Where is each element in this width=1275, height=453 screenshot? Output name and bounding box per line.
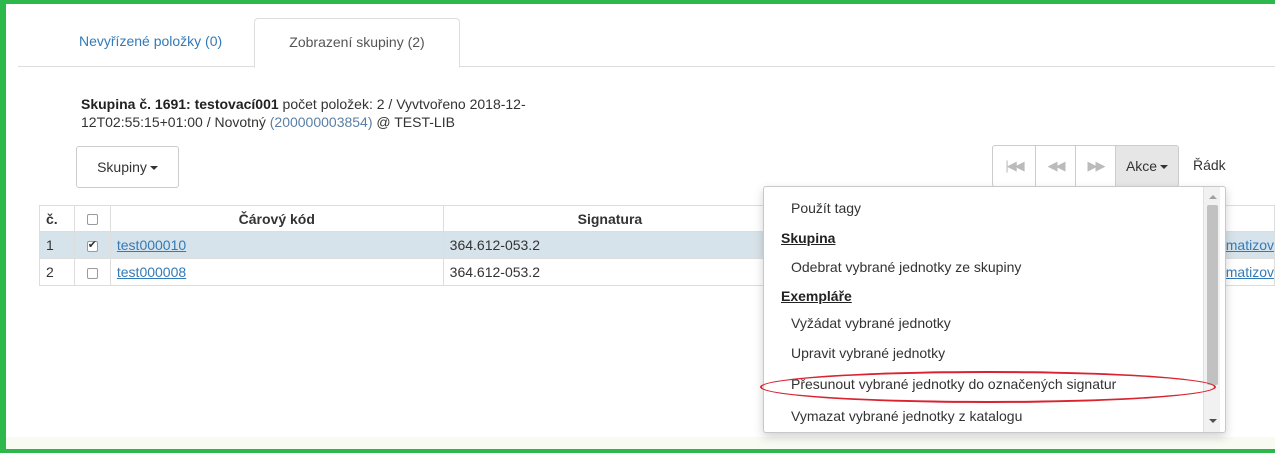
bottom-strip [6, 437, 1275, 449]
barcode-cell: test000008 [109, 258, 444, 286]
group-count-created: počet položek: 2 / Vyvtvořeno 2018-12- [278, 96, 526, 112]
actions-dropdown-button[interactable]: Akce [1115, 145, 1179, 187]
row-select-cell[interactable] [73, 231, 111, 259]
menu-item-remove-from-group[interactable]: Odebrat vybrané jednotky ze skupiny [791, 259, 1021, 275]
signature-cell: 364.612-053.2 [442, 258, 778, 286]
next-page-icon: ▶▶ [1087, 158, 1106, 173]
rows-button-label: Řádk [1193, 157, 1226, 173]
frame-bottom-border [0, 449, 1275, 453]
group-timestamp-owner: 12T02:55:15+01:00 / Novotný [81, 114, 270, 130]
group-title: Skupina č. 1691: testovací001 [81, 96, 279, 112]
tab-bar: Nevyřízené položky (0) Zobrazení skupiny… [18, 18, 1275, 68]
prev-page-button[interactable]: ◀◀ [1035, 145, 1076, 187]
next-page-button[interactable]: ▶▶ [1075, 145, 1116, 187]
menu-header-group: Skupina [781, 230, 836, 246]
col-select-header[interactable] [73, 205, 111, 232]
barcode-link[interactable]: test000008 [117, 264, 186, 280]
row-number: 2 [39, 258, 75, 286]
menu-item-move-items[interactable]: Přesunout vybrané jednotky do označených… [791, 376, 1116, 392]
scroll-up-icon[interactable] [1209, 195, 1217, 199]
barcode-cell: test000010 [109, 231, 444, 259]
menu-item-delete-items[interactable]: Vymazat vybrané jednotky z katalogu [791, 408, 1022, 424]
menu-item-edit-items[interactable]: Upravit vybrané jednotky [791, 345, 945, 361]
scroll-thumb[interactable] [1207, 205, 1218, 385]
menu-header-items: Exempláře [781, 288, 852, 304]
scroll-down-icon[interactable] [1209, 419, 1217, 423]
row-checkbox[interactable] [86, 238, 98, 252]
row-select-cell[interactable] [73, 258, 111, 286]
first-page-icon: |◀◀ [1005, 158, 1024, 173]
actions-button-label: Akce [1125, 158, 1158, 174]
menu-item-apply-tags[interactable]: Použít tagy [791, 200, 861, 216]
col-signature-header[interactable]: Signatura [442, 205, 778, 232]
actions-dropdown-menu: Použít tagy Skupina Odebrat vybrané jedn… [763, 186, 1226, 433]
prev-page-icon: ◀◀ [1047, 158, 1066, 173]
col-number-header: č. [39, 205, 75, 232]
barcode-link[interactable]: test000010 [117, 237, 186, 253]
group-library: @ TEST-LIB [372, 114, 455, 130]
col-barcode-header[interactable]: Čárový kód [109, 205, 444, 232]
caret-down-icon [149, 166, 158, 171]
rows-dropdown-button[interactable]: Řádk [1178, 145, 1275, 187]
menu-scrollbar[interactable] [1203, 187, 1220, 432]
groups-button-label: Skupiny [97, 159, 147, 175]
row-number: 1 [39, 231, 75, 259]
tab-pending-items[interactable]: Nevyřízené položky (0) [64, 18, 237, 67]
tab-group-view[interactable]: Zobrazení skupiny (2) [254, 18, 460, 68]
select-all-checkbox[interactable] [86, 214, 98, 226]
owner-id-link[interactable]: (200000003854) [270, 114, 373, 130]
groups-dropdown-button[interactable]: Skupiny [76, 146, 179, 188]
row-checkbox[interactable] [86, 267, 98, 279]
menu-item-request-items[interactable]: Vyžádat vybrané jednotky [791, 315, 951, 331]
group-info: Skupina č. 1691: testovací001 počet polo… [81, 95, 641, 131]
frame-left-border [0, 0, 6, 453]
first-page-button[interactable]: |◀◀ [992, 145, 1036, 187]
frame-top-border [0, 0, 1275, 4]
signature-cell: 364.612-053.2 [442, 231, 778, 259]
caret-down-icon [1160, 165, 1169, 170]
